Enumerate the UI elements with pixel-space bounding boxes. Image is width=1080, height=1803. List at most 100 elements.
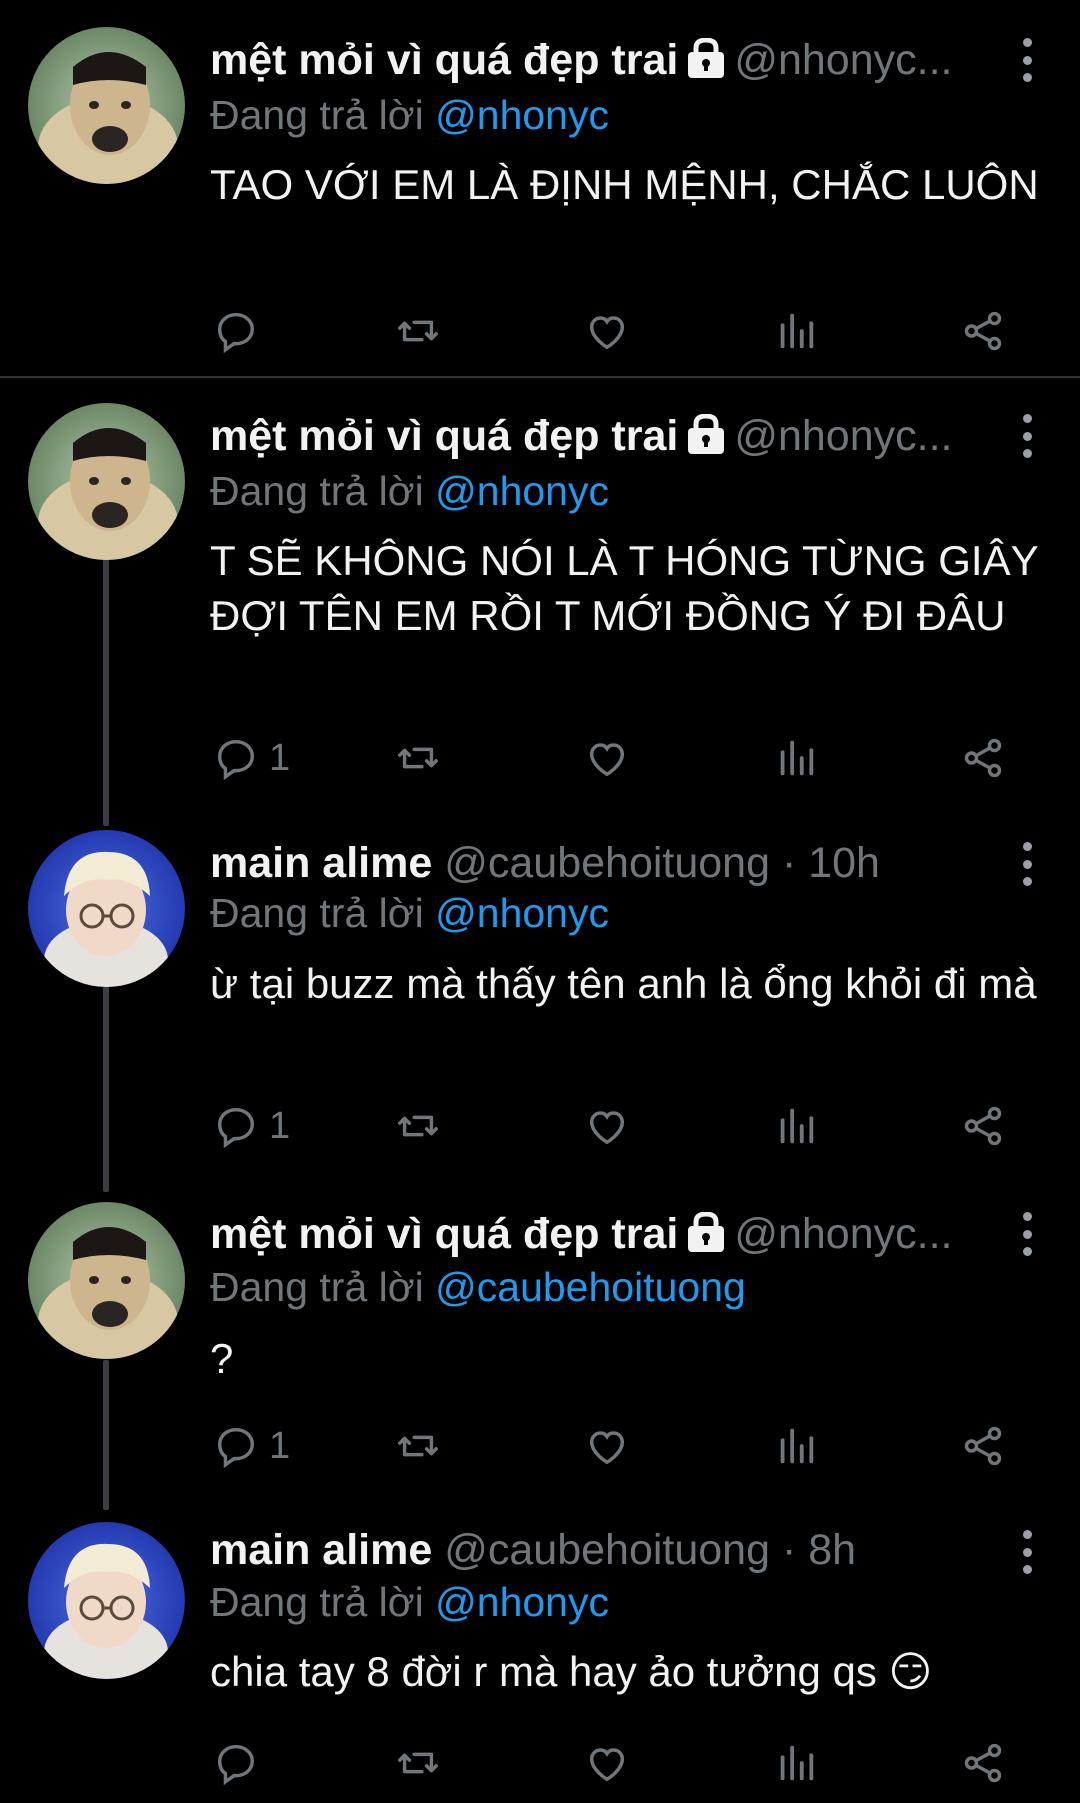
more-icon[interactable]: [1018, 414, 1036, 458]
views-icon: [780, 1428, 814, 1464]
tweet[interactable]: mệt mỏi vì quá đẹp trai @nhonyc... Đang t…: [0, 0, 1080, 376]
tweet-header: main alime @caubehoituong · 8h: [210, 1524, 1020, 1576]
user-handle[interactable]: @nhonyc...: [734, 36, 952, 84]
replying-prefix: Đang trả lời: [210, 1579, 424, 1625]
views-button[interactable]: [773, 306, 819, 356]
tweet[interactable]: mệt mỏi vì quá đẹp trai @nhonyc... Đang t…: [0, 1200, 1080, 1500]
views-button[interactable]: [773, 1101, 819, 1151]
reply-count: 1: [269, 1424, 291, 1467]
replying-to: Đang trả lời @nhonyc: [210, 90, 609, 140]
more-icon[interactable]: [1018, 38, 1036, 82]
tweet-header: mệt mỏi vì quá đẹp trai @nhonyc...: [210, 1208, 1020, 1266]
tweet-header: main alime @caubehoituong · 10h: [210, 837, 1020, 889]
display-name[interactable]: mệt mỏi vì quá đẹp trai: [210, 36, 678, 84]
replying-prefix: Đang trả lời: [210, 1264, 424, 1310]
tweet-text: chia tay 8 đời r mà hay ảo tưởng qs 😏: [210, 1648, 933, 1695]
more-icon[interactable]: [1018, 842, 1036, 886]
views-icon: [780, 1745, 814, 1781]
like-button[interactable]: [584, 1738, 630, 1788]
divider: [0, 376, 1080, 378]
user-handle[interactable]: @caubehoituong · 8h: [444, 1526, 856, 1574]
share-button[interactable]: [960, 306, 1006, 356]
user-handle[interactable]: @nhonyc...: [734, 1210, 952, 1258]
avatar[interactable]: [28, 1522, 185, 1679]
more-icon[interactable]: [1018, 1530, 1036, 1574]
replying-to: Đang trả lời @nhonyc: [210, 888, 609, 938]
tweet-actions: [210, 1738, 1010, 1788]
reply-button[interactable]: 1: [213, 1421, 290, 1471]
tweet[interactable]: mệt mỏi vì quá đẹp trai @nhonyc... Đang t…: [0, 400, 1080, 820]
share-icon: [964, 311, 1002, 351]
replying-to: Đang trả lời @caubehoituong: [210, 1262, 746, 1312]
reply-count: 1: [269, 736, 291, 779]
lock-icon: [686, 414, 726, 468]
views-button[interactable]: [773, 733, 819, 783]
tweet-header: mệt mỏi vì quá đẹp trai @nhonyc...: [210, 410, 1020, 468]
display-name[interactable]: mệt mỏi vì quá đẹp trai: [210, 1210, 678, 1258]
tweet-actions: 1: [210, 733, 1010, 783]
retweet-icon: [398, 747, 438, 769]
tweet-text: TAO VỚI EM LÀ ĐỊNH MỆNH, CHẮC LUÔN: [210, 161, 1039, 208]
share-button[interactable]: [960, 1421, 1006, 1471]
share-icon: [964, 738, 1002, 778]
heart-icon: [589, 1111, 625, 1145]
mention-link[interactable]: @nhonyc: [435, 468, 609, 514]
reply-count: 1: [269, 1104, 291, 1147]
display-name[interactable]: main alime: [210, 1526, 432, 1574]
retweet-icon: [398, 320, 438, 342]
tweet-header: mệt mỏi vì quá đẹp trai @nhonyc...: [210, 34, 1020, 92]
reply-icon: [217, 1744, 255, 1786]
tweet[interactable]: main alime @caubehoituong · 10h Đang trả…: [0, 830, 1080, 1180]
share-button[interactable]: [960, 1101, 1006, 1151]
share-icon: [964, 1106, 1002, 1146]
like-button[interactable]: [584, 1101, 630, 1151]
reply-icon: [217, 1107, 255, 1149]
display-name[interactable]: main alime: [210, 839, 432, 887]
user-handle[interactable]: @nhonyc...: [734, 412, 952, 460]
reply-button[interactable]: [213, 1738, 269, 1788]
reply-button[interactable]: 1: [213, 733, 290, 783]
tweet[interactable]: main alime @caubehoituong · 8h Đang trả …: [0, 1520, 1080, 1803]
mention-link[interactable]: @nhonyc: [435, 1579, 609, 1625]
reply-button[interactable]: 1: [213, 1101, 290, 1151]
mention-link[interactable]: @nhonyc: [435, 890, 609, 936]
retweet-icon: [398, 1752, 438, 1774]
avatar[interactable]: [28, 403, 185, 560]
like-button[interactable]: [584, 306, 630, 356]
avatar[interactable]: [28, 27, 185, 184]
share-icon: [964, 1743, 1002, 1783]
retweet-button[interactable]: [395, 733, 441, 783]
share-button[interactable]: [960, 1738, 1006, 1788]
share-icon: [964, 1426, 1002, 1466]
user-handle[interactable]: @caubehoituong · 10h: [444, 839, 880, 887]
retweet-button[interactable]: [395, 306, 441, 356]
views-icon: [780, 1108, 814, 1144]
mention-link[interactable]: @caubehoituong: [435, 1264, 746, 1310]
mention-link[interactable]: @nhonyc: [435, 92, 609, 138]
more-icon[interactable]: [1018, 1212, 1036, 1256]
views-button[interactable]: [773, 1421, 819, 1471]
tweet-actions: [210, 306, 1010, 356]
lock-icon: [686, 1212, 726, 1266]
reply-button[interactable]: [213, 306, 269, 356]
tweet-actions: 1: [210, 1421, 1010, 1471]
like-button[interactable]: [584, 733, 630, 783]
heart-icon: [589, 1748, 625, 1782]
replying-prefix: Đang trả lời: [210, 890, 424, 936]
display-name[interactable]: mệt mỏi vì quá đẹp trai: [210, 412, 678, 460]
retweet-icon: [398, 1435, 438, 1457]
tweet-text: T SẼ KHÔNG NÓI LÀ T HÓNG TỪNG GIÂY ĐỢI T…: [210, 537, 1038, 639]
reply-icon: [217, 739, 255, 781]
like-button[interactable]: [584, 1421, 630, 1471]
share-button[interactable]: [960, 733, 1006, 783]
avatar[interactable]: [28, 830, 185, 987]
views-button[interactable]: [773, 1738, 819, 1788]
retweet-button[interactable]: [395, 1738, 441, 1788]
avatar[interactable]: [28, 1202, 185, 1359]
views-icon: [780, 740, 814, 776]
retweet-button[interactable]: [395, 1101, 441, 1151]
tweet-text: ?: [210, 1335, 234, 1382]
heart-icon: [589, 316, 625, 350]
replying-prefix: Đang trả lời: [210, 468, 424, 514]
retweet-button[interactable]: [395, 1421, 441, 1471]
